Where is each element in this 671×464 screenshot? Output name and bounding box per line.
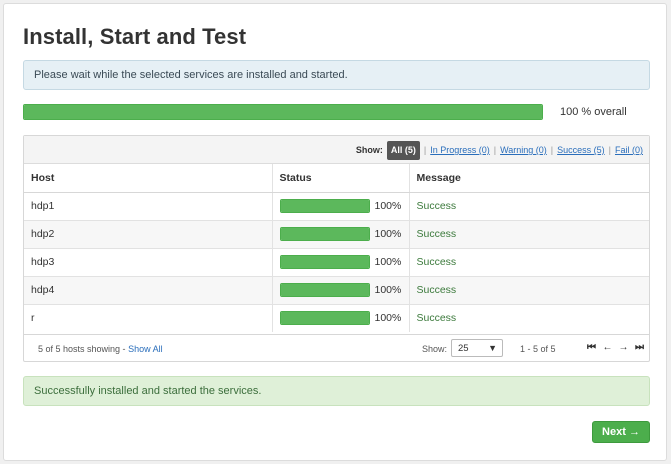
host-progress-fill [280,200,369,212]
page-range: 1 - 5 of 5 [520,344,556,354]
filter-bar: Show: All (5) | In Progress (0) | Warnin… [24,136,649,164]
next-page-icon[interactable]: → [618,342,629,353]
next-button[interactable]: Next → [592,421,650,443]
host-message[interactable]: Success [408,191,649,220]
page-title: Install, Start and Test [23,24,247,49]
host-progress-percent: 100% [374,200,402,212]
host-name[interactable]: hdp2 [24,219,272,248]
table-row: hdp2 100% Success [24,219,649,248]
prev-page-icon[interactable]: ← [602,342,613,353]
info-alert: Please wait while the selected services … [23,60,650,90]
host-progress-percent: 100% [374,284,402,296]
filter-warning[interactable]: Warning (0) [500,145,547,155]
table-row: hdp1 100% Success [24,191,649,220]
filter-divider: | [608,145,611,155]
filter-show-label: Show: [355,145,383,155]
host-progress-fill [280,256,369,268]
filter-divider: | [423,145,427,155]
host-progress-bar [279,227,370,241]
hosts-table: Host Status Message hdp1 100% Success hd… [24,164,649,332]
table-footer: 5 of 5 hosts showing - Show All Show: 25… [24,334,649,361]
status-cell: 100% [271,219,409,248]
pagination-controls: ⏮ ← → ⏭ [586,342,645,353]
show-all-link[interactable]: Show All [128,344,163,354]
host-name[interactable]: hdp4 [24,275,272,304]
filter-divider: | [493,145,497,155]
host-message[interactable]: Success [408,219,649,248]
table-row: r 100% Success [24,303,649,332]
host-message[interactable]: Success [408,303,649,332]
filter-all[interactable]: All (5) [386,140,420,160]
host-message[interactable]: Success [408,275,649,304]
overall-progress-fill [24,105,542,119]
first-page-icon[interactable]: ⏮ [586,342,597,353]
host-name[interactable]: hdp3 [24,247,272,276]
host-progress-fill [280,228,369,240]
status-cell: 100% [271,275,409,304]
status-cell: 100% [271,303,409,332]
page-size-label: Show: [422,344,448,354]
table-row: hdp4 100% Success [24,275,649,304]
info-message: Please wait while the selected services … [34,69,348,81]
last-page-icon[interactable]: ⏭ [634,342,645,353]
filter-divider: | [550,145,554,155]
table-row: hdp3 100% Success [24,247,649,276]
column-header-status[interactable]: Status [271,164,409,193]
filter-in-progress[interactable]: In Progress (0) [430,145,490,155]
host-progress-percent: 100% [374,228,402,240]
host-progress-fill [280,312,369,325]
host-message[interactable]: Success [408,247,649,276]
host-progress-bar [279,255,370,269]
page-size-select[interactable]: 25 ▼ [451,339,503,357]
install-start-test-panel: Install, Start and Test Please wait whil… [3,3,667,461]
host-progress-bar [279,199,370,213]
success-message: Successfully installed and started the s… [34,385,262,397]
column-header-host[interactable]: Host [24,164,272,193]
status-cell: 100% [271,191,409,220]
success-alert: Successfully installed and started the s… [23,376,650,406]
hosts-showing-summary: 5 of 5 hosts showing - Show All [38,344,163,354]
overall-progress-label: 100 % overall [560,106,627,118]
column-header-message[interactable]: Message [408,164,649,193]
hosts-table-container: Show: All (5) | In Progress (0) | Warnin… [23,135,650,362]
caret-down-icon: ▼ [488,343,497,353]
overall-progress: 100 % overall [23,104,650,120]
filter-fail[interactable]: Fail (0) [615,145,643,155]
host-name[interactable]: hdp1 [24,191,272,220]
host-progress-percent: 100% [374,256,402,268]
overall-progress-bar [23,104,543,120]
host-name[interactable]: r [24,303,272,332]
host-progress-bar [279,283,370,297]
page-size-value: 25 [458,343,469,354]
status-cell: 100% [271,247,409,276]
table-header-row: Host Status Message [24,164,649,193]
host-progress-bar [279,311,370,326]
host-progress-percent: 100% [374,312,402,325]
host-progress-fill [280,284,369,296]
filter-success[interactable]: Success (5) [557,145,605,155]
hosts-showing-count: 5 of 5 hosts showing - [38,344,129,354]
